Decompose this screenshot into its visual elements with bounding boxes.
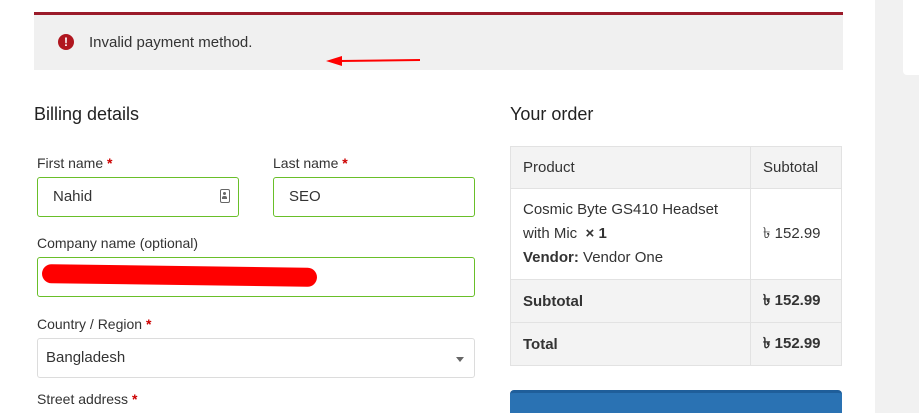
chevron-down-icon bbox=[456, 357, 464, 362]
last-name-value: SEO bbox=[289, 188, 321, 205]
last-name-field[interactable]: SEO bbox=[273, 177, 475, 217]
payment-section-button[interactable] bbox=[510, 390, 842, 413]
company-name-label: Company name (optional) bbox=[37, 235, 199, 251]
vendor-name: Vendor One bbox=[583, 249, 664, 266]
first-name-value: Nahid bbox=[53, 188, 93, 205]
country-label: Country / Region * bbox=[37, 316, 151, 332]
first-name-field[interactable]: Nahid bbox=[37, 177, 239, 217]
country-value: Bangladesh bbox=[46, 349, 126, 366]
subtotal-label: Subtotal bbox=[510, 279, 751, 323]
redaction-mark bbox=[41, 264, 318, 287]
product-name: Cosmic Byte GS410 Headset with Mic bbox=[523, 201, 719, 242]
side-panel bbox=[903, 0, 919, 75]
required-mark: * bbox=[342, 155, 348, 171]
last-name-label: Last name * bbox=[273, 155, 348, 171]
country-select[interactable]: Bangladesh bbox=[37, 338, 475, 378]
street-address-label-text: Street address bbox=[37, 391, 129, 407]
subtotal-value: ৳ 152.99 bbox=[750, 279, 842, 323]
column-header-subtotal: Subtotal bbox=[750, 146, 842, 189]
total-row: Total ৳ 152.99 bbox=[510, 322, 842, 366]
country-label-text: Country / Region bbox=[37, 316, 143, 332]
checkout-page: ! Invalid payment method. Billing detail… bbox=[0, 0, 875, 413]
required-mark: * bbox=[131, 391, 138, 407]
error-notice: ! Invalid payment method. bbox=[34, 12, 843, 70]
first-name-label-text: First name bbox=[37, 155, 104, 171]
column-header-product: Product bbox=[510, 146, 751, 189]
order-review-table: Product Subtotal Cosmic Byte GS410 Heads… bbox=[510, 146, 842, 366]
total-label: Total bbox=[510, 322, 751, 366]
product-quantity: × 1 bbox=[585, 225, 607, 242]
table-header-row: Product Subtotal bbox=[510, 146, 842, 189]
first-name-label: First name * bbox=[37, 155, 112, 171]
street-address-label: Street address * bbox=[37, 391, 137, 407]
required-mark: * bbox=[145, 316, 152, 332]
product-cell: Cosmic Byte GS410 Headset with Mic × 1 V… bbox=[510, 188, 751, 280]
required-mark: * bbox=[107, 155, 113, 171]
error-icon: ! bbox=[58, 34, 74, 50]
error-message: Invalid payment method. bbox=[89, 34, 253, 51]
product-subtotal: ৳ 152.99 bbox=[750, 188, 842, 280]
subtotal-row: Subtotal ৳ 152.99 bbox=[510, 279, 842, 323]
table-row: Cosmic Byte GS410 Headset with Mic × 1 V… bbox=[510, 188, 842, 280]
billing-heading: Billing details bbox=[34, 104, 140, 124]
total-value: ৳ 152.99 bbox=[750, 322, 842, 366]
annotation-arrow-icon bbox=[326, 56, 421, 66]
vendor-label: Vendor: bbox=[523, 249, 579, 266]
last-name-label-text: Last name bbox=[273, 155, 339, 171]
order-heading: Your order bbox=[510, 104, 594, 124]
contact-card-icon[interactable] bbox=[220, 189, 230, 203]
